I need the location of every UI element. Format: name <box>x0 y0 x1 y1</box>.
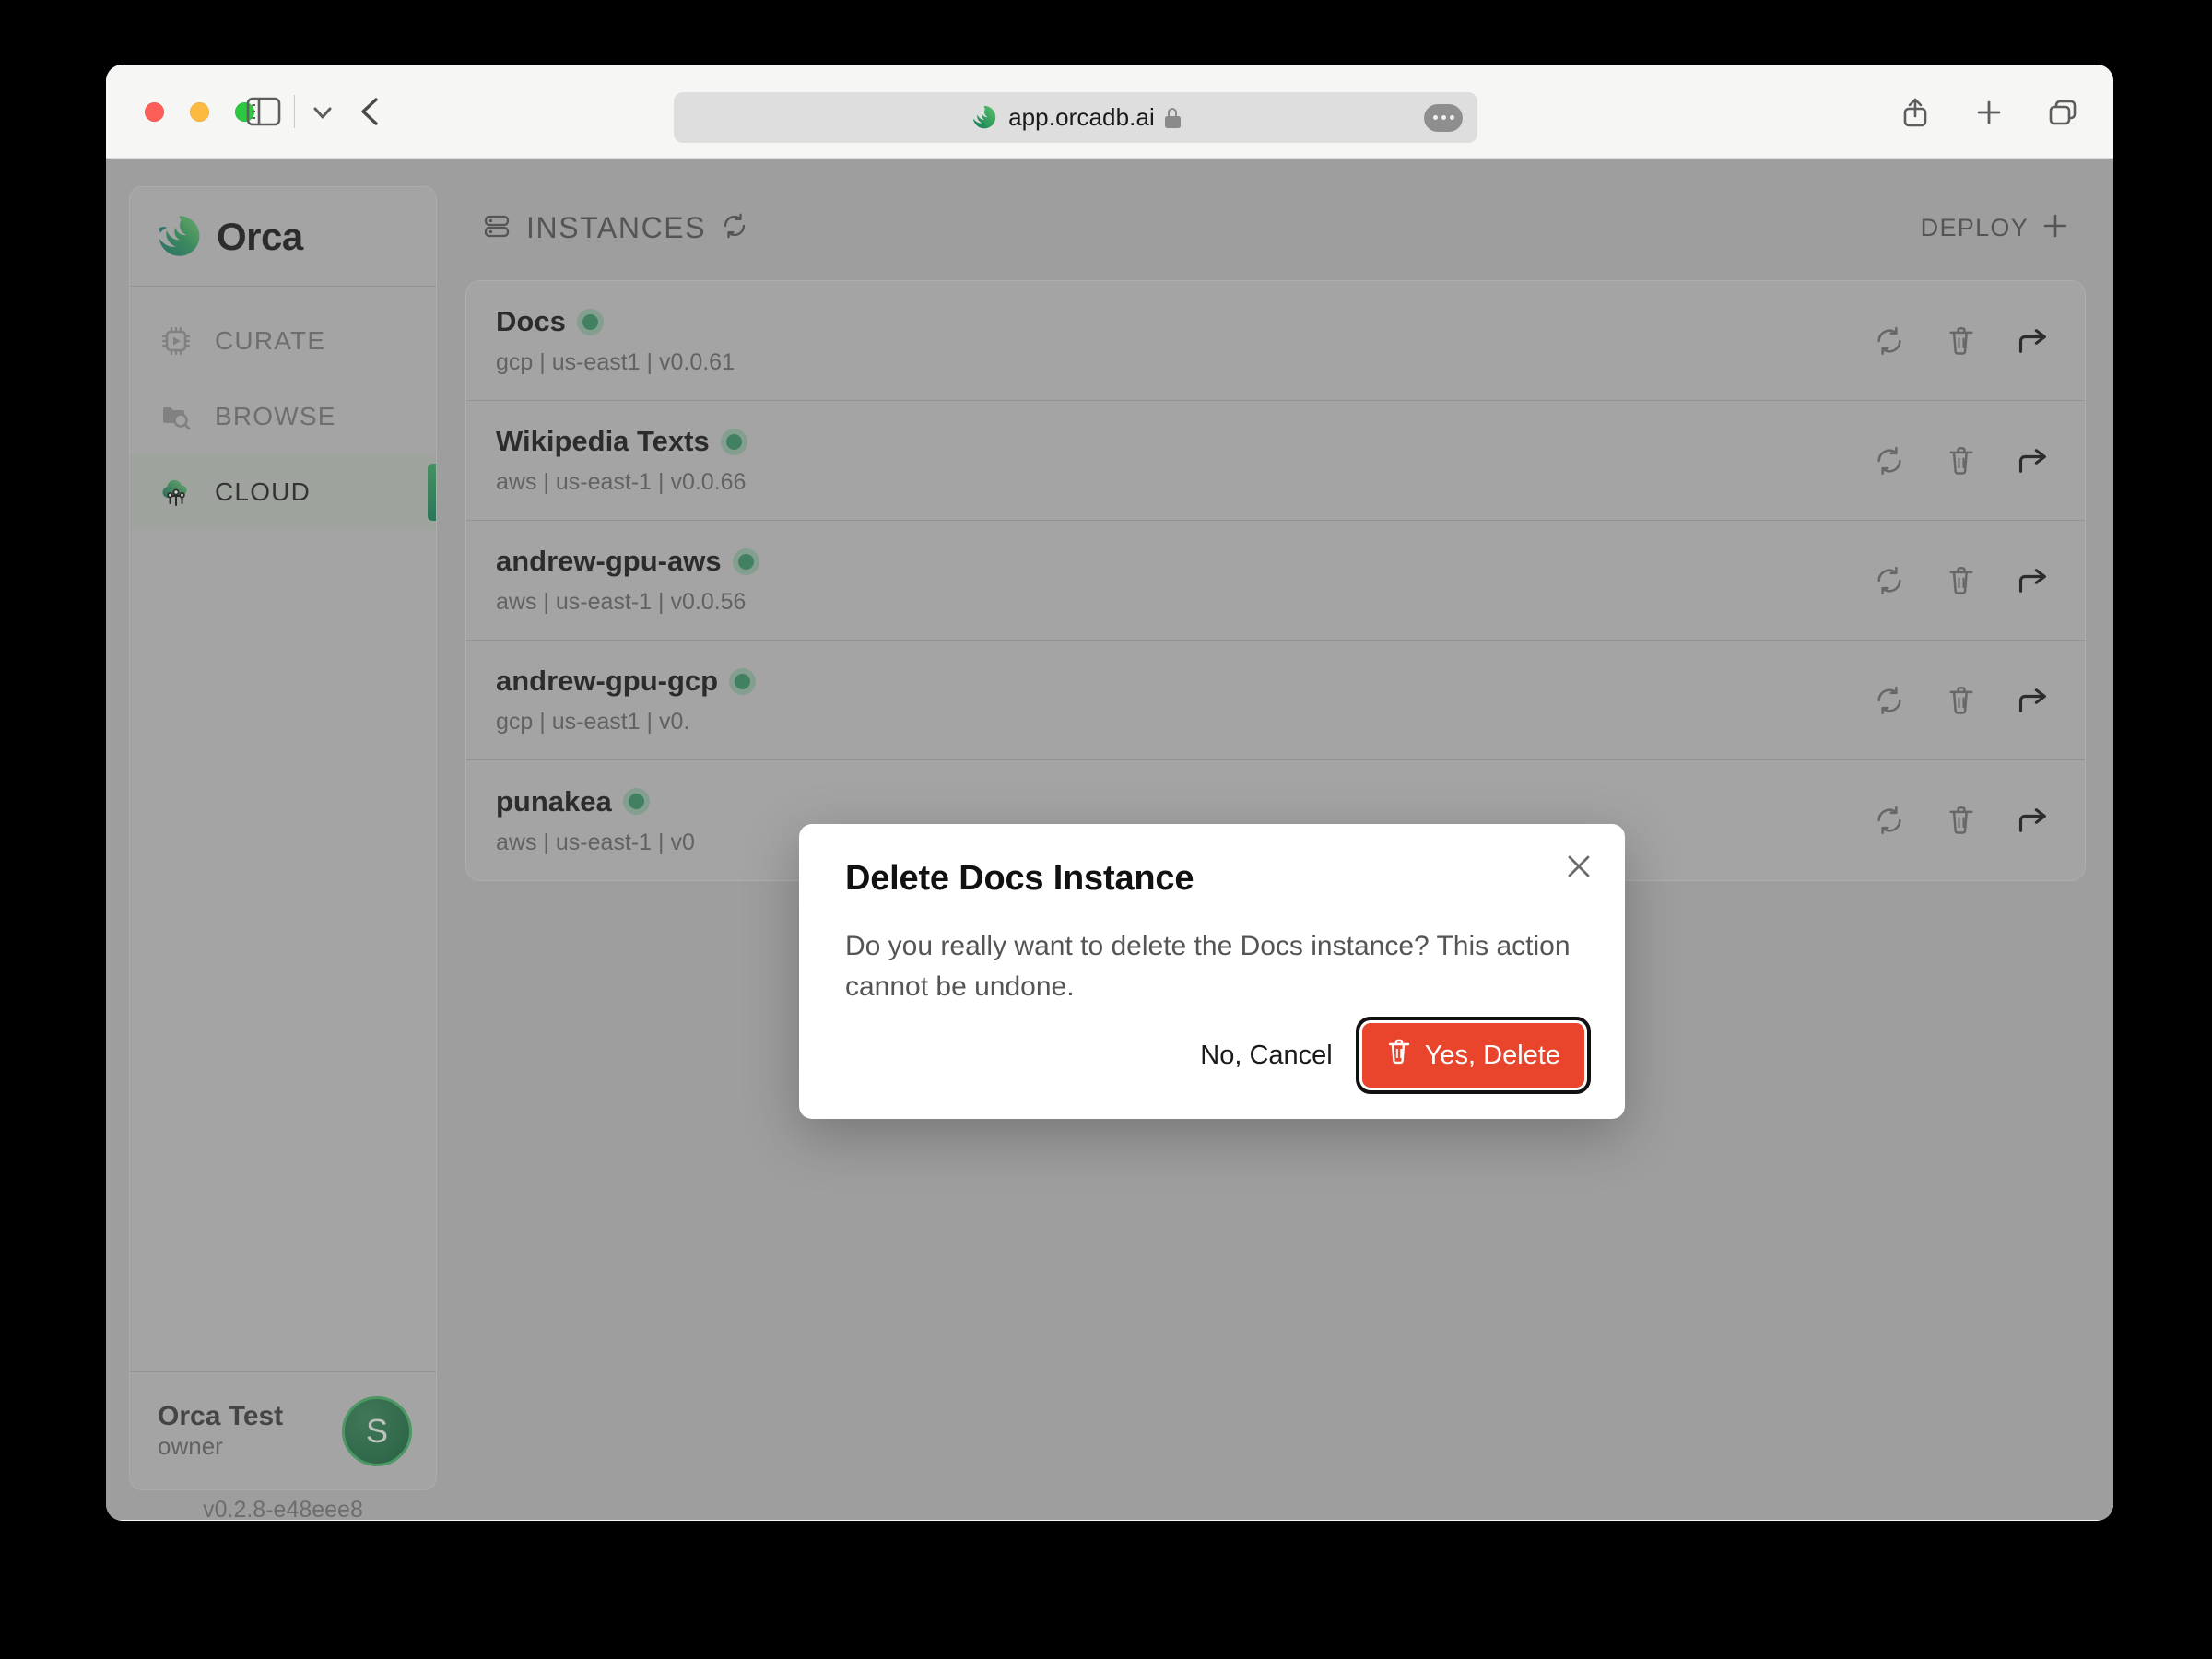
chevron-down-icon[interactable] <box>307 98 338 127</box>
browser-toolbar: app.orcadb.ai <box>106 65 2113 159</box>
cancel-button[interactable]: No, Cancel <box>1200 1041 1332 1071</box>
minimize-window-button[interactable] <box>190 102 209 122</box>
trash-icon <box>1386 1038 1412 1073</box>
browser-window: app.orcadb.ai Orca CURATE BROWSE CLOUD O… <box>106 65 2113 1521</box>
more-options-icon[interactable] <box>1424 103 1463 132</box>
address-bar-content: app.orcadb.ai <box>971 103 1181 132</box>
plus-icon[interactable] <box>1970 92 2008 133</box>
sidebar-toggle-icon[interactable] <box>245 94 282 129</box>
dialog-actions: No, Cancel Yes, Delete <box>1200 1017 1592 1094</box>
back-chevron-icon[interactable] <box>353 92 390 131</box>
close-icon[interactable] <box>1559 846 1599 887</box>
tab-overview-icon[interactable] <box>2043 92 2082 133</box>
close-window-button[interactable] <box>145 102 164 122</box>
app-body: Orca CURATE BROWSE CLOUD Orca Test owner… <box>106 159 2113 1521</box>
window-controls <box>145 102 254 122</box>
confirm-delete-label: Yes, Delete <box>1424 1040 1560 1070</box>
toolbar-divider <box>294 95 295 128</box>
confirm-delete-button[interactable]: Yes, Delete <box>1355 1017 1592 1094</box>
delete-confirmation-dialog: Delete Docs Instance Do you really want … <box>799 824 1625 1119</box>
orca-favicon-icon <box>972 105 996 128</box>
share-icon[interactable] <box>1896 92 1935 133</box>
dialog-message: Do you really want to delete the Docs in… <box>845 931 1571 1002</box>
url-text: app.orcadb.ai <box>1008 103 1155 131</box>
lock-icon <box>1164 107 1181 128</box>
dialog-title: Delete Docs Instance <box>845 859 1194 898</box>
toolbar-actions <box>1896 92 2082 133</box>
address-bar[interactable]: app.orcadb.ai <box>674 92 1477 143</box>
